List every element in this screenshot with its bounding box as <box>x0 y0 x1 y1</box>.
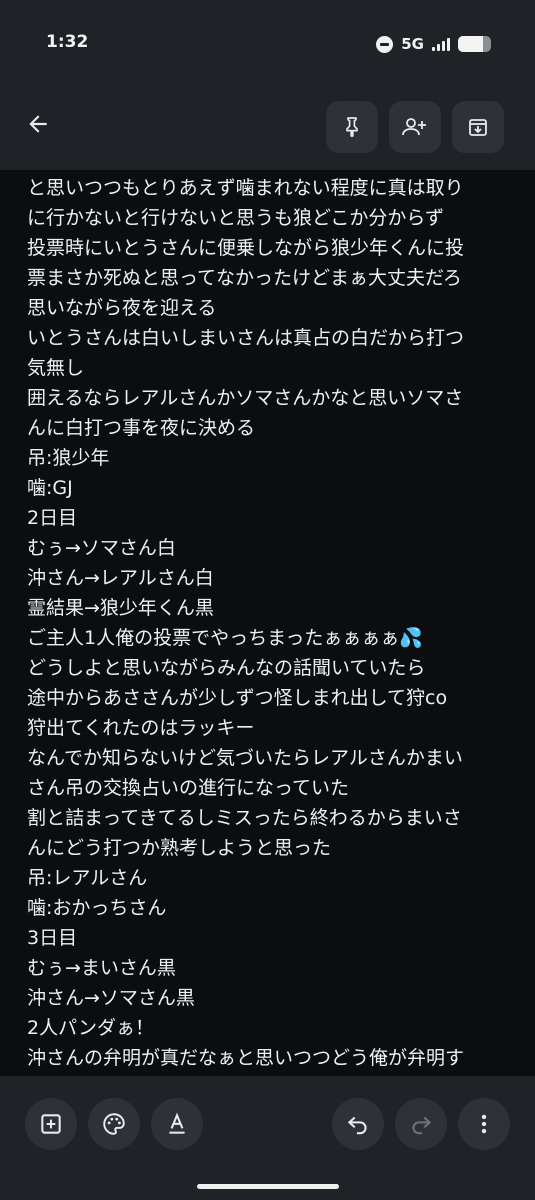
note-line: さん吊の交換占いの進行になっていた <box>27 777 350 799</box>
redo-icon <box>412 1116 432 1135</box>
undo-icon <box>347 1116 367 1135</box>
note-line: 吊:レアルさん <box>27 867 148 889</box>
redo-button[interactable] <box>395 1098 447 1150</box>
note-line: 噛:GJ <box>27 477 73 499</box>
back-button[interactable] <box>20 106 56 142</box>
add-collaborator-icon <box>402 118 426 136</box>
undo-button[interactable] <box>332 1098 384 1150</box>
battery-icon <box>458 36 491 52</box>
add-collaborator-button[interactable] <box>389 101 441 153</box>
note-line: ご主人1人俺の投票でやっちまったぁぁぁぁ💦 <box>27 627 423 649</box>
palette-icon <box>103 1113 125 1135</box>
note-line: 沖さんの弁明が真だなぁと思いつつどう俺が弁明す <box>27 1047 465 1069</box>
note-line: 噛:おかっちさん <box>27 897 167 919</box>
archive-button[interactable] <box>452 101 504 153</box>
battery-fill <box>458 36 483 52</box>
more-vert-icon <box>481 1114 487 1134</box>
status-icons: 5G <box>376 34 491 54</box>
note-line: 気無し <box>27 357 85 379</box>
note-body[interactable]: と思いつつもとりあえず噛まれない程度に真は取り に行かないと行けないと思うも狼どこ… <box>0 170 535 1076</box>
pin-button[interactable] <box>326 101 378 153</box>
note-toolbar <box>0 98 535 158</box>
note-line: 沖さん→レアルさん白 <box>27 567 214 589</box>
archive-icon <box>469 119 487 136</box>
signal-icon <box>432 37 450 51</box>
note-line: 囲えるならレアルさんかソマさんかなと思いソマさ <box>27 387 464 409</box>
pin-icon <box>346 117 358 137</box>
note-line: 思いながら夜を迎える <box>27 297 217 319</box>
do-not-disturb-icon <box>376 35 394 53</box>
note-line: 投票時にいとうさんに便乗しながら狼少年くんに投 <box>27 237 465 259</box>
note-line: どうしよと思いながらみんなの話聞いていたら <box>27 657 426 679</box>
note-line: むぅ→ソマさん白 <box>27 537 176 559</box>
note-line: 2人パンダぁ！ <box>27 1017 155 1039</box>
note-line: と思いつつもとりあえず噛まれない程度に真は取り <box>27 177 464 199</box>
status-time: 1:32 <box>46 32 89 52</box>
text-format-icon <box>169 1112 185 1134</box>
note-line: 3日目 <box>27 927 78 949</box>
add-content-button[interactable] <box>25 1098 77 1150</box>
add-box-icon <box>41 1114 61 1134</box>
note-line: 2日目 <box>27 507 78 529</box>
note-line: 沖さん→ソマさん黒 <box>27 987 195 1009</box>
note-line: 票まさか死ぬと思ってなかったけどまぁ大丈夫だろ <box>27 267 462 289</box>
status-bar: 1:32 5G <box>0 0 535 90</box>
note-text[interactable]: と思いつつもとりあえず噛まれない程度に真は取り に行かないと行けないと思うも狼どこ… <box>27 173 513 1073</box>
note-line: 吊:狼少年 <box>27 447 110 469</box>
note-line: 途中からあささんが少しずつ怪しまれ出して狩co <box>27 687 448 709</box>
note-line: に行かないと行けないと思うも狼どこか分からず <box>27 207 445 229</box>
note-line: んにどう打つか熟考しようと思った <box>27 837 332 859</box>
home-indicator[interactable] <box>197 1184 339 1189</box>
back-arrow-icon <box>29 115 47 133</box>
network-type: 5G <box>401 35 424 53</box>
note-line: 霊結果→狼少年くん黒 <box>27 597 214 619</box>
note-line: 割と詰まってきてるしミスったら終わるからまいさ <box>27 807 462 829</box>
note-line: むぅ→まいさん黒 <box>27 957 176 979</box>
bottom-toolbar <box>0 1076 535 1200</box>
more-options-button[interactable] <box>458 1098 510 1150</box>
note-line: 狩出てくれたのはラッキー <box>27 717 255 739</box>
background-options-button[interactable] <box>88 1098 140 1150</box>
text-format-button[interactable] <box>151 1098 203 1150</box>
note-line: いとうさんは白いしまいさんは真占の白だから打つ <box>27 327 465 349</box>
note-line: なんでか知らないけど気づいたらレアルさんかまい <box>27 747 463 769</box>
note-line: んに白打つ事を夜に決める <box>27 417 256 439</box>
